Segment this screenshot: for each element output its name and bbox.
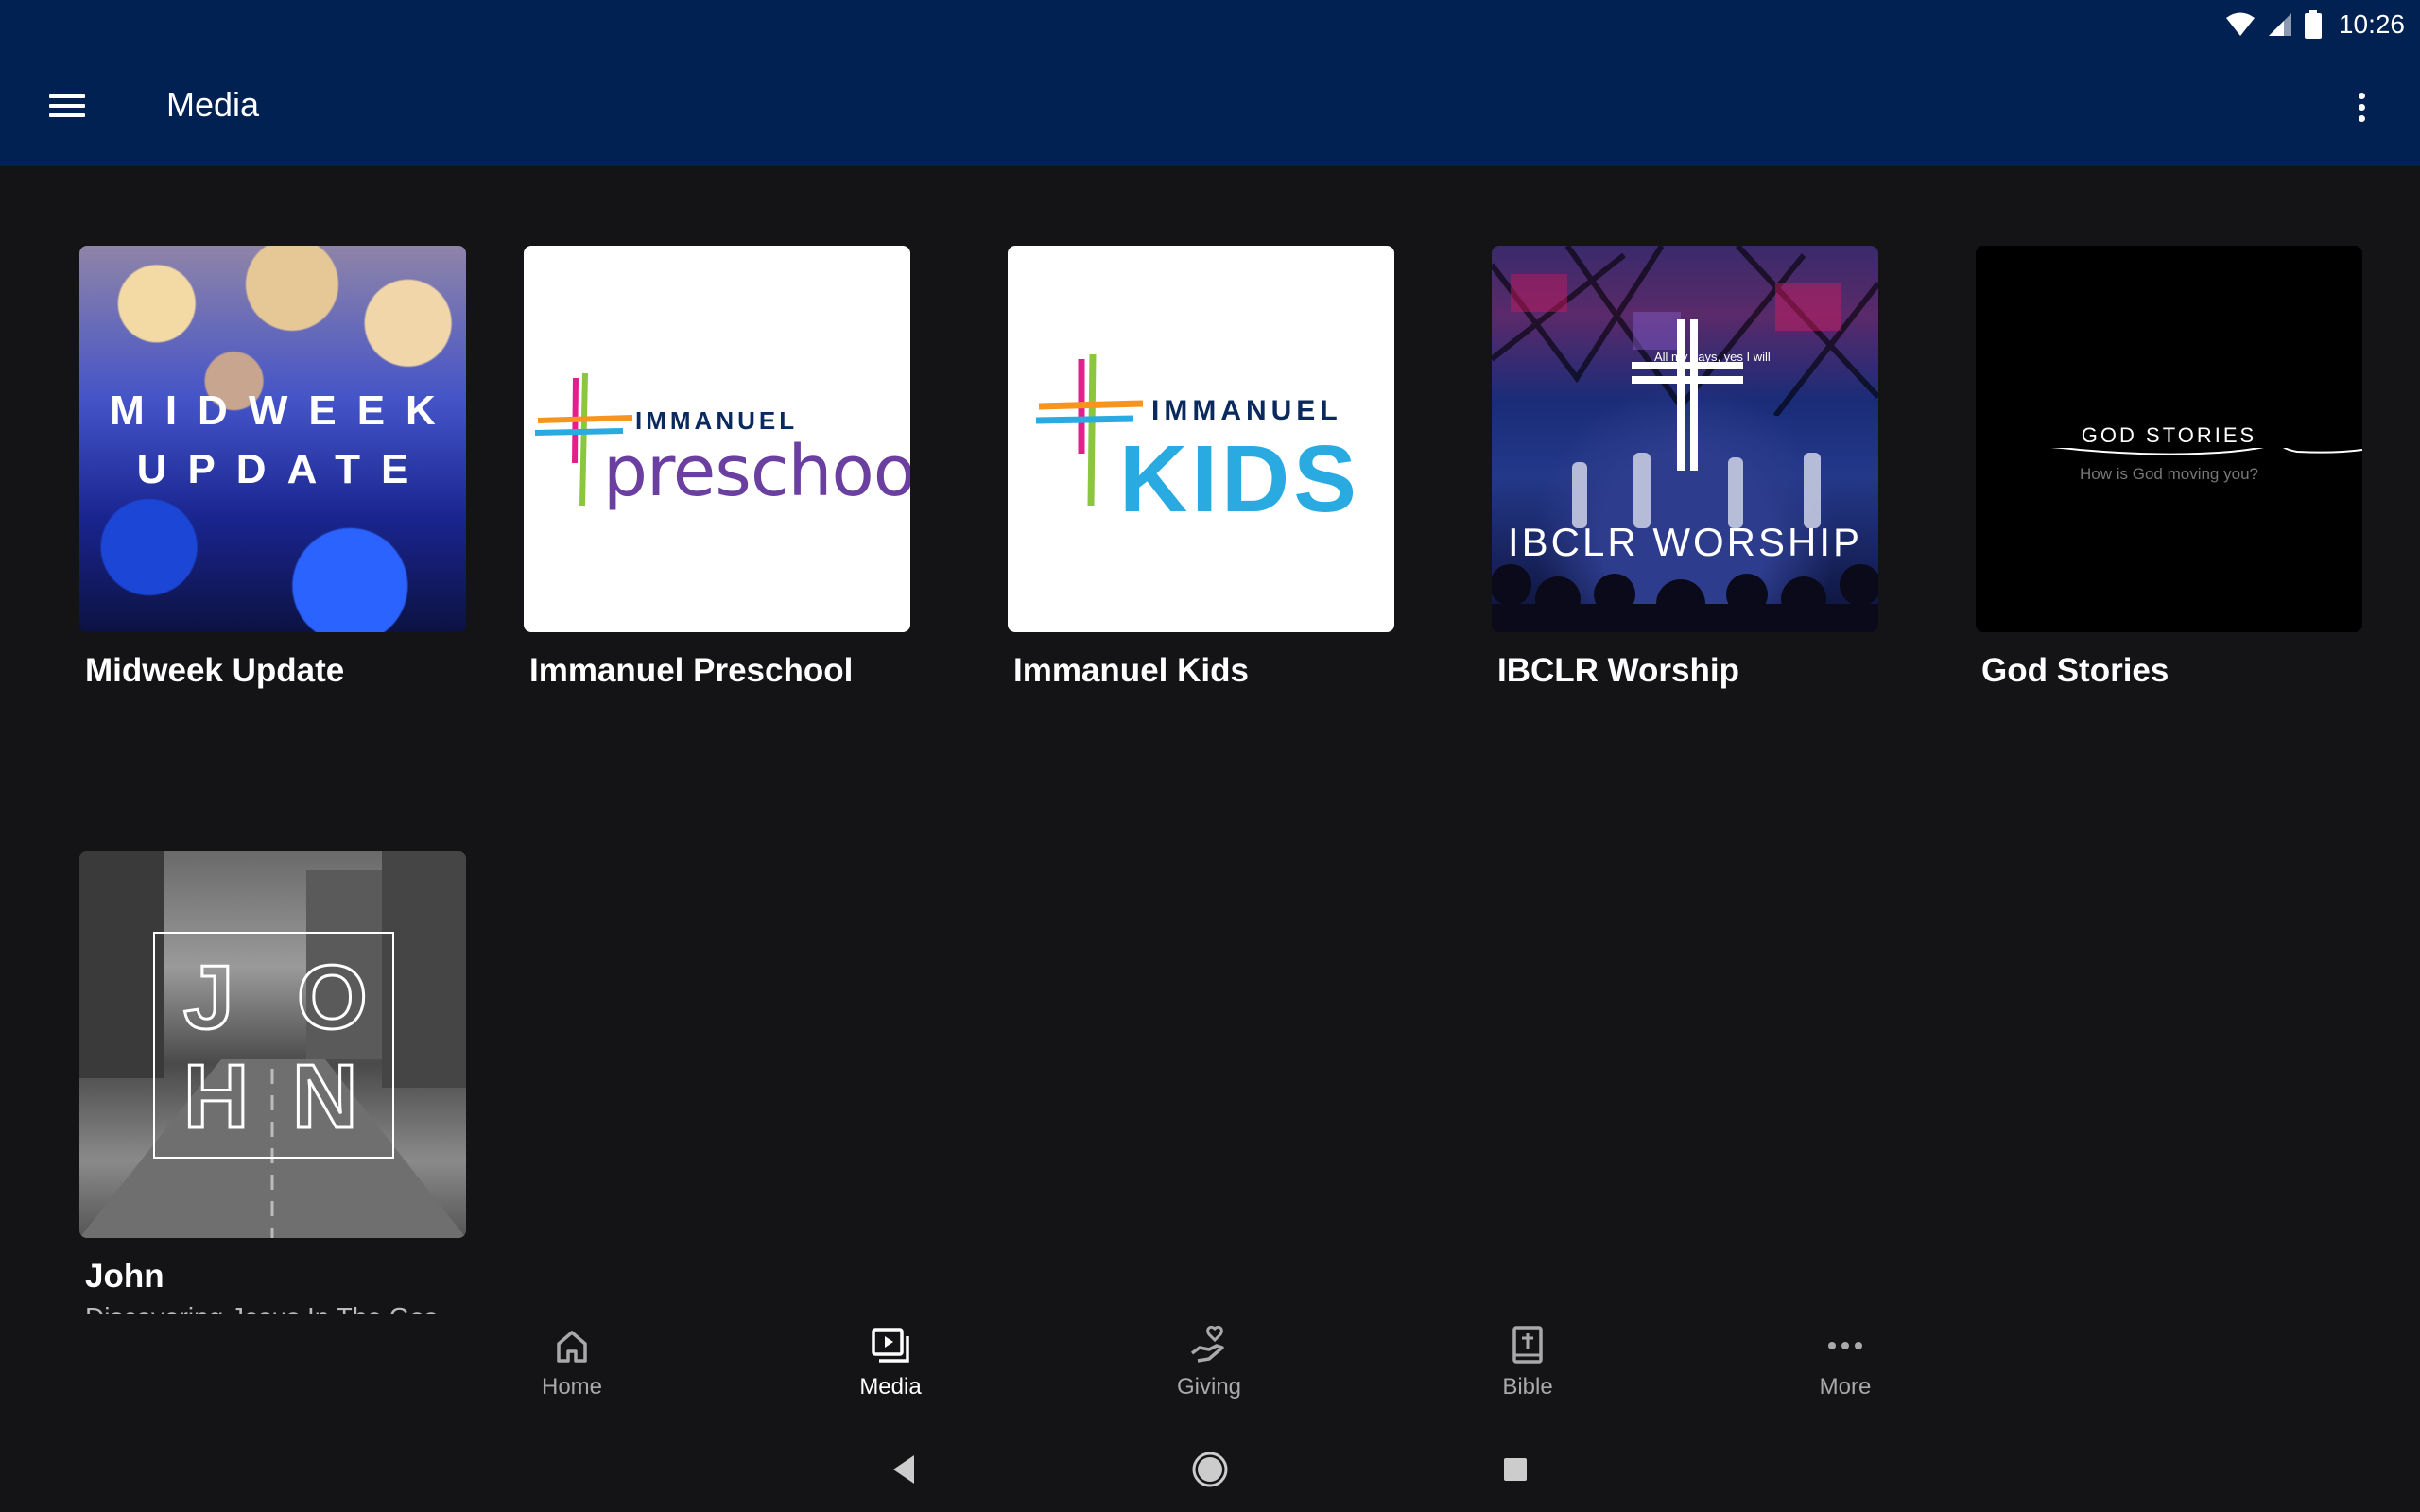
- giving-icon: [1190, 1325, 1224, 1363]
- status-bar: 10:26: [0, 0, 2420, 49]
- media-tile-midweek-update[interactable]: MIDWEEK UPDATE Midweek Update: [79, 246, 466, 689]
- artwork-letter: J: [182, 946, 234, 1050]
- artwork-text: IMMANUEL: [1151, 395, 1342, 426]
- artwork-text: MIDWEEK: [110, 387, 457, 434]
- nav-more[interactable]: More: [1770, 1325, 1921, 1419]
- media-tile-john[interactable]: J O H N John Discovering Jesus In The Go…: [79, 851, 466, 1321]
- artwork-letter: H: [182, 1045, 250, 1149]
- nav-bible[interactable]: Bible: [1452, 1325, 1603, 1419]
- tile-title: Midweek Update: [85, 652, 345, 689]
- tile-title: IBCLR Worship: [1497, 652, 1740, 689]
- status-time: 10:26: [2338, 9, 2405, 39]
- ibclr-worship-artwork: All my days, yes I will IBCLR WORSHIP: [1492, 246, 1878, 632]
- nav-label: More: [1819, 1374, 1872, 1400]
- media-icon: [872, 1328, 909, 1363]
- battery-icon: [2304, 10, 2322, 39]
- media-tile-immanuel-preschool[interactable]: IMMANUEL preschool Immanuel Preschool: [524, 246, 910, 689]
- artwork-text: preschool: [603, 431, 910, 512]
- immanuel-kids-artwork: IMMANUEL KIDS: [1008, 246, 1394, 632]
- page-title: Media: [166, 85, 260, 124]
- artwork-text: UPDATE: [136, 446, 430, 492]
- app-bar: Media: [0, 49, 2420, 166]
- nav-label: Giving: [1176, 1374, 1242, 1400]
- artwork-letter: O: [296, 946, 370, 1050]
- tile-title: God Stories: [1981, 652, 2169, 689]
- artwork-text: IBCLR WORSHIP: [1507, 520, 1863, 564]
- god-stories-artwork: GOD STORIES How is God moving you?: [1976, 246, 2362, 632]
- nav-media[interactable]: Media: [815, 1325, 966, 1419]
- artwork-text: KIDS: [1119, 426, 1360, 532]
- wifi-icon: [2225, 12, 2255, 36]
- tile-title: Immanuel Preschool: [529, 652, 854, 689]
- cell-signal-icon: [2268, 13, 2291, 36]
- artwork-letter: N: [290, 1045, 358, 1149]
- tile-title: Immanuel Kids: [1013, 652, 1249, 689]
- artwork-caption: All my days, yes I will: [1654, 350, 1771, 364]
- media-tile-ibclr-worship[interactable]: All my days, yes I will IBCLR WORSHIP IB…: [1492, 246, 1878, 689]
- system-navigation-bar: [0, 1427, 2420, 1512]
- bottom-navigation: Home Media Giving Bible More: [0, 1314, 2420, 1427]
- john-artwork: J O H N: [79, 851, 466, 1238]
- nav-home[interactable]: Home: [496, 1325, 648, 1419]
- menu-icon[interactable]: [49, 87, 87, 129]
- bible-icon: [1512, 1326, 1543, 1364]
- home-button-icon[interactable]: [1188, 1448, 1232, 1491]
- back-icon[interactable]: [882, 1448, 925, 1491]
- midweek-update-artwork: MIDWEEK UPDATE: [79, 246, 466, 632]
- media-tile-god-stories[interactable]: GOD STORIES How is God moving you? God S…: [1976, 246, 2362, 689]
- home-icon: [557, 1331, 587, 1363]
- nav-giving[interactable]: Giving: [1133, 1325, 1285, 1419]
- overflow-menu-icon[interactable]: [2341, 87, 2382, 129]
- artwork-text: GOD STORIES: [1976, 423, 2362, 448]
- tile-title: John: [85, 1258, 164, 1295]
- more-icon: [1828, 1342, 1862, 1349]
- nav-label: Bible: [1502, 1374, 1553, 1400]
- immanuel-preschool-artwork: IMMANUEL preschool: [524, 246, 910, 632]
- media-tile-immanuel-kids[interactable]: IMMANUEL KIDS Immanuel Kids: [1008, 246, 1394, 689]
- nav-label: Media: [859, 1374, 922, 1400]
- recents-icon[interactable]: [1494, 1448, 1537, 1491]
- nav-label: Home: [541, 1374, 603, 1400]
- status-icons: 10:26: [2225, 6, 2405, 43]
- artwork-subtext: How is God moving you?: [2080, 465, 2258, 483]
